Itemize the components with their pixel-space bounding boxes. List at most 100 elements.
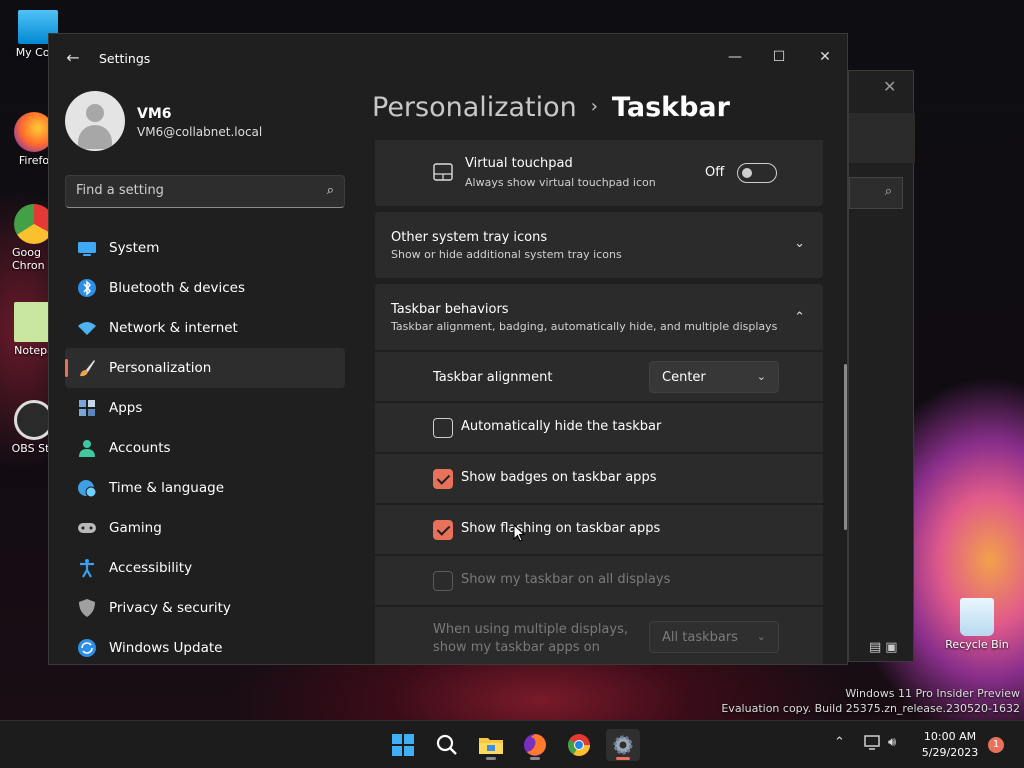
sidebar-item-time-language[interactable]: Time & language xyxy=(65,468,345,508)
search-icon: ⌕ xyxy=(884,184,892,199)
desktop-icon-recycle-bin[interactable]: Recycle Bin xyxy=(944,598,1010,651)
taskbar-settings[interactable] xyxy=(606,729,640,761)
dropdown-value: Center xyxy=(662,370,706,385)
watermark-line1: Windows 11 Pro Insider Preview xyxy=(845,687,1020,700)
notification-badge[interactable]: 1 xyxy=(988,737,1004,753)
desktop-icon-label: Firefo xyxy=(18,154,50,167)
background-window-search[interactable]: ⌕ xyxy=(849,177,903,209)
breadcrumb-separator: › xyxy=(590,96,598,117)
avatar-body xyxy=(78,125,112,149)
auto-hide-row: Automatically hide the taskbar xyxy=(375,402,823,452)
minimize-button[interactable]: — xyxy=(715,42,755,72)
sidebar-item-bluetooth[interactable]: Bluetooth & devices xyxy=(65,268,345,308)
watermark-line2: Evaluation copy. Build 25375.zn_release.… xyxy=(721,702,1020,715)
os-watermark: Windows 11 Pro Insider Preview Evaluatio… xyxy=(721,686,1020,716)
taskbar-behaviors-title: Taskbar behaviors xyxy=(391,302,509,317)
multi-display-label-line1: When using multiple displays, xyxy=(433,622,628,637)
tray-icons-desc: Show or hide additional system tray icon… xyxy=(391,248,622,261)
avatar[interactable] xyxy=(65,91,125,151)
globe-clock-icon xyxy=(78,480,97,498)
sidebar-item-windows-update[interactable]: Windows Update xyxy=(65,628,345,664)
active-indicator xyxy=(616,757,630,760)
sidebar-nav: System Bluetooth & devices Network & int… xyxy=(65,228,345,664)
user-email: VM6@collabnet.local xyxy=(137,125,263,139)
taskbar-firefox[interactable] xyxy=(518,729,552,761)
taskbar-file-explorer[interactable] xyxy=(474,729,508,761)
clock-time: 10:00 AM xyxy=(923,730,977,743)
sidebar-item-label: Apps xyxy=(109,400,143,416)
virtual-touchpad-toggle[interactable] xyxy=(737,163,777,183)
volume-icon[interactable]: 🔊︎ xyxy=(888,735,896,750)
taskbar-alignment-dropdown[interactable]: Center ⌄ xyxy=(649,361,779,393)
show-flashing-label: Show flashing on taskbar apps xyxy=(461,521,661,536)
apps-icon xyxy=(79,400,95,416)
recycle-bin-icon xyxy=(960,598,994,636)
multi-display-label-line2: show my taskbar apps on xyxy=(433,640,600,655)
show-badges-row: Show badges on taskbar apps xyxy=(375,453,823,503)
monitor-icon xyxy=(78,242,96,256)
taskbar: ⌃ 🔊︎ 10:00 AM 5/29/2023 1 xyxy=(0,720,1024,768)
taskbar-behaviors-card[interactable]: Taskbar behaviors Taskbar alignment, bad… xyxy=(375,284,823,350)
auto-hide-checkbox[interactable] xyxy=(433,418,453,438)
sidebar-item-label: System xyxy=(109,240,160,256)
sidebar-item-accessibility[interactable]: Accessibility xyxy=(65,548,345,588)
background-window-toolbar xyxy=(849,113,915,163)
multi-display-label: When using multiple displays, show my tas… xyxy=(433,621,628,657)
accessibility-icon xyxy=(80,559,94,578)
shield-icon xyxy=(79,599,95,617)
view-toggle-icons[interactable]: ▤▣ xyxy=(869,640,902,655)
start-button[interactable] xyxy=(386,729,420,761)
background-window[interactable]: ✕ ⌕ ▤▣ xyxy=(848,70,915,662)
taskbar-alignment-label: Taskbar alignment xyxy=(433,370,553,385)
sidebar-item-accounts[interactable]: Accounts xyxy=(65,428,345,468)
back-button[interactable]: ← xyxy=(63,48,83,68)
other-tray-icons-card[interactable]: Other system tray icons Show or hide add… xyxy=(375,212,823,278)
show-flashing-checkbox[interactable] xyxy=(433,520,453,540)
sidebar-item-system[interactable]: System xyxy=(65,228,345,268)
virtual-touchpad-title: Virtual touchpad xyxy=(465,156,573,171)
paintbrush-icon xyxy=(80,360,95,377)
multi-display-dropdown: All taskbars ⌄ xyxy=(649,621,779,653)
windows-logo-icon xyxy=(392,734,414,756)
close-button[interactable]: ✕ xyxy=(805,42,845,72)
person-icon xyxy=(79,440,95,457)
sidebar-item-gaming[interactable]: Gaming xyxy=(65,508,345,548)
sidebar-item-label: Accounts xyxy=(109,440,171,456)
taskbar-search-button[interactable] xyxy=(430,729,464,761)
system-clock[interactable]: 10:00 AM 5/29/2023 xyxy=(918,729,982,761)
sidebar-item-label: Bluetooth & devices xyxy=(109,280,246,296)
taskbar-chrome[interactable] xyxy=(562,729,596,761)
close-icon[interactable]: ✕ xyxy=(883,77,896,96)
taskbar-behaviors-desc: Taskbar alignment, badging, automaticall… xyxy=(391,320,778,333)
chevron-up-icon[interactable]: ⌃ xyxy=(834,735,845,750)
search-icon xyxy=(436,734,457,755)
settings-window: ← Settings — ☐ ✕ VM6 VM6@collabnet.local… xyxy=(48,33,848,665)
chevron-down-icon[interactable]: ⌄ xyxy=(794,236,805,251)
sidebar-item-privacy-security[interactable]: Privacy & security xyxy=(65,588,345,628)
gamepad-icon xyxy=(78,523,96,533)
settings-content: Virtual touchpad Always show virtual tou… xyxy=(375,140,825,664)
user-name: VM6 xyxy=(137,106,172,122)
all-displays-row: Show my taskbar on all displays xyxy=(375,555,823,605)
title-bar: ← Settings — ☐ ✕ xyxy=(49,34,847,82)
multi-display-row: When using multiple displays, show my tas… xyxy=(375,606,823,664)
network-icon[interactable] xyxy=(864,735,882,751)
search-input[interactable] xyxy=(76,183,306,198)
chevron-down-icon: ⌄ xyxy=(756,630,766,643)
scrollbar-thumb[interactable] xyxy=(844,364,847,530)
chevron-up-icon[interactable]: ⌃ xyxy=(794,310,805,325)
show-flashing-row: Show flashing on taskbar apps xyxy=(375,504,823,554)
maximize-button[interactable]: ☐ xyxy=(759,42,799,72)
sidebar-item-network[interactable]: Network & internet xyxy=(65,308,345,348)
taskbar-alignment-row: Taskbar alignment Center ⌄ xyxy=(375,351,823,401)
breadcrumb-parent[interactable]: Personalization xyxy=(372,92,577,123)
sidebar-item-apps[interactable]: Apps xyxy=(65,388,345,428)
clock-date: 5/29/2023 xyxy=(921,746,979,759)
show-badges-checkbox[interactable] xyxy=(433,469,453,489)
running-indicator xyxy=(530,757,540,760)
chevron-down-icon: ⌄ xyxy=(756,370,766,383)
sidebar-item-personalization[interactable]: Personalization xyxy=(65,348,345,388)
search-icon[interactable]: ⌕ xyxy=(327,183,334,198)
running-indicator xyxy=(486,757,496,760)
sidebar-item-label: Time & language xyxy=(109,480,225,496)
